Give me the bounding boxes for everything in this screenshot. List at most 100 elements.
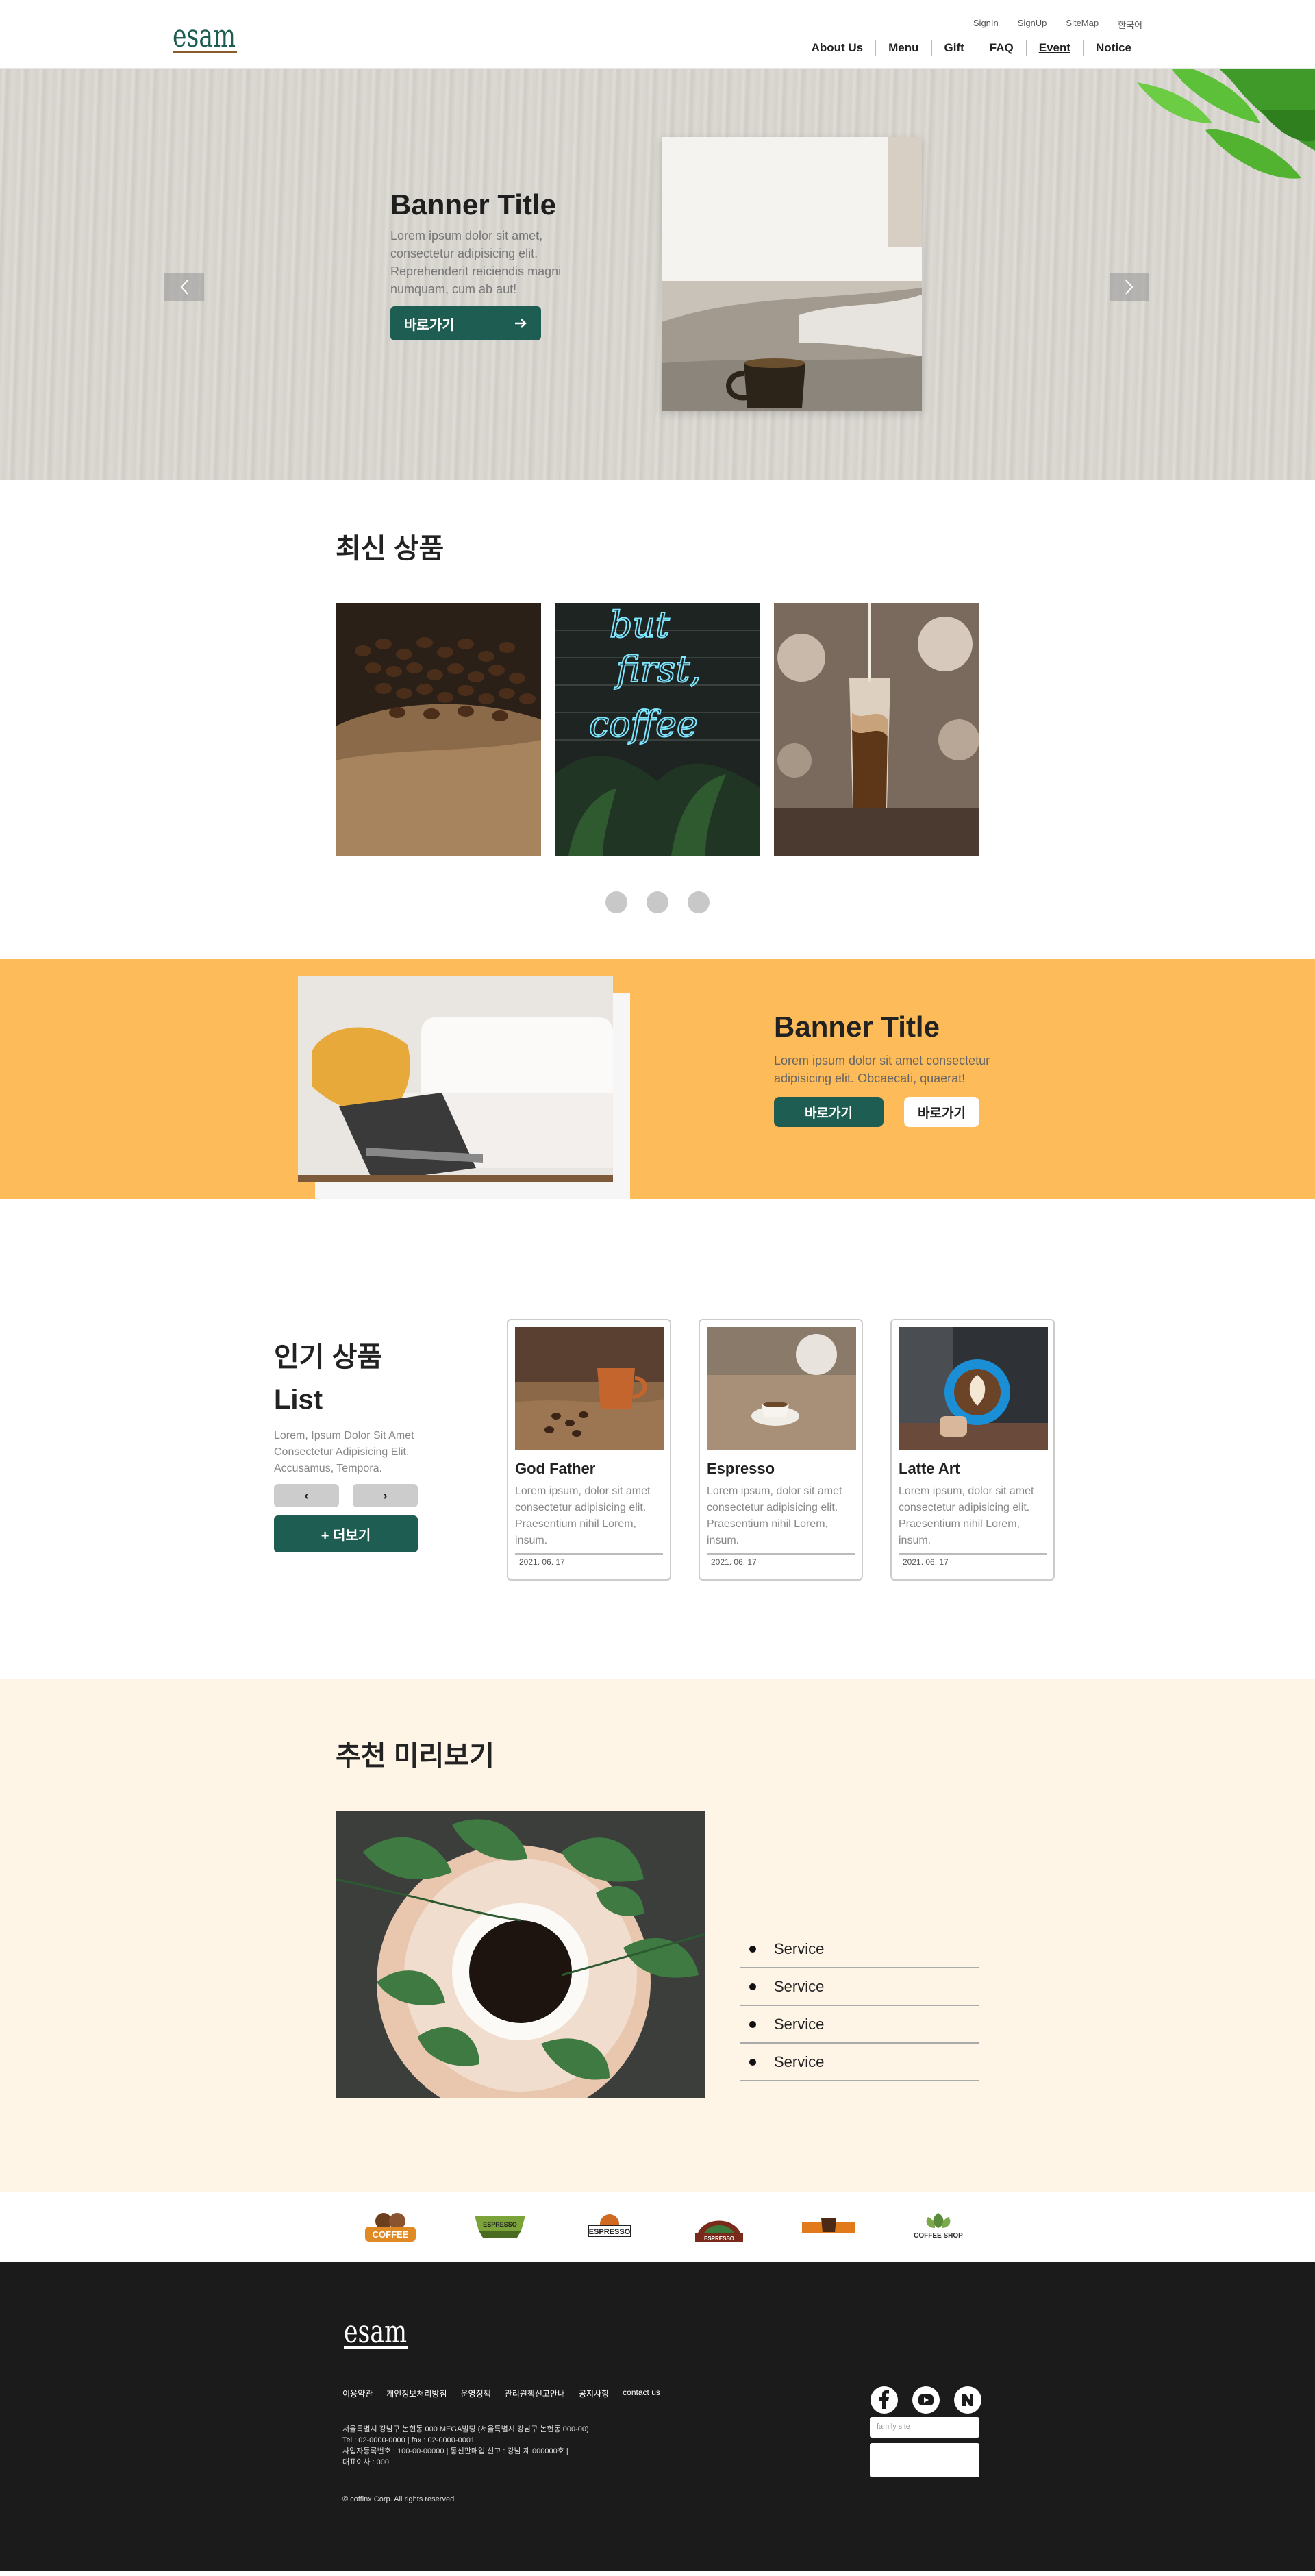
promo-description: Lorem ipsum dolor sit amet consectetur a… — [774, 1054, 990, 1085]
recommend-title: 추천 미리보기 — [336, 1741, 494, 1771]
nav-faq[interactable]: FAQ — [976, 40, 1026, 56]
carousel-dot[interactable] — [605, 891, 627, 913]
svg-text:COFFEE: COFFEE — [373, 2229, 409, 2240]
card-date: 2021. 06. 17 — [707, 1553, 855, 1567]
espresso-ribbon-logo[interactable]: ESPRESSO — [469, 2207, 531, 2249]
footer-logo[interactable]: esam — [342, 2312, 411, 2353]
svg-text:but: but — [610, 605, 670, 646]
chevron-left-icon — [180, 280, 188, 295]
new-products-title: 최신 상품 — [336, 534, 444, 564]
youtube-icon[interactable] — [912, 2386, 940, 2414]
signup-link[interactable]: SignUp — [1018, 18, 1047, 31]
coffee-logo[interactable]: COFFEE — [360, 2207, 421, 2249]
card-photo — [515, 1327, 664, 1450]
footer-links: 이용약관 개인정보처리방침 운영정책 관리원책신고안내 공지사항 contact… — [342, 2388, 660, 2399]
hero-text: Banner Title Lorem ipsum dolor sit amet,… — [390, 188, 596, 340]
promo-photo — [298, 976, 613, 1182]
sitemap-link[interactable]: SiteMap — [1066, 18, 1099, 31]
promo-text: Banner Title Lorem ipsum dolor sit amet … — [774, 1011, 993, 1127]
footer-link-privacy[interactable]: 개인정보처리방침 — [386, 2388, 447, 2399]
promo-banner: Banner Title Lorem ipsum dolor sit amet … — [0, 959, 1315, 1199]
footer-link-terms[interactable]: 이용약관 — [342, 2388, 373, 2399]
carousel-dot[interactable] — [688, 891, 710, 913]
card-title: Espresso — [707, 1460, 775, 1477]
social-links — [870, 2386, 982, 2414]
coffee-shop-logo[interactable]: COFFEE SHOP — [907, 2207, 969, 2249]
promo-secondary-button[interactable]: 바로가기 — [904, 1097, 979, 1127]
popular-section: 인기 상품 List Lorem, Ipsum Dolor Sit Amet C… — [0, 1199, 1315, 1679]
naver-icon[interactable] — [953, 2386, 982, 2414]
site-logo[interactable]: esam — [171, 16, 240, 56]
footer-blank-box — [870, 2443, 979, 2477]
card-description: Lorem ipsum, dolor sit amet consectetur … — [899, 1485, 1034, 1546]
service-list: Service Service Service Service — [740, 1931, 979, 2081]
nav-notice[interactable]: Notice — [1083, 40, 1144, 56]
chevron-right-icon — [1125, 280, 1134, 295]
popular-next-button[interactable]: › — [353, 1484, 418, 1507]
svg-text:coffee: coffee — [589, 704, 698, 745]
coffee-cup-logo[interactable] — [798, 2207, 860, 2249]
copyright: © coffinx Corp. All rights reserved. — [342, 2495, 457, 2503]
product-card-iced-coffee[interactable] — [774, 603, 979, 856]
footer-link-contact[interactable]: contact us — [623, 2388, 660, 2399]
svg-text:esam: esam — [173, 17, 236, 54]
svg-text:ESPRESSO: ESPRESSO — [483, 2221, 517, 2228]
popular-card-god-father[interactable]: God Father Lorem ipsum, dolor sit amet c… — [507, 1319, 671, 1581]
service-item[interactable]: Service — [740, 1931, 979, 1968]
recommend-section: 추천 미리보기 Service Service Service Service — [0, 1679, 1315, 2192]
nav-event[interactable]: Event — [1025, 40, 1083, 56]
site-footer: esam 이용약관 개인정보처리방침 운영정책 관리원책신고안내 공지사항 co… — [0, 2262, 1315, 2571]
card-title: Latte Art — [899, 1460, 960, 1477]
site-header: esam SignIn SignUp SiteMap 한국어 About Us … — [0, 0, 1315, 69]
svg-text:esam: esam — [344, 2313, 407, 2350]
hero-cta-button[interactable]: 바로가기 — [390, 306, 541, 340]
popular-card-latte-art[interactable]: Latte Art Lorem ipsum, dolor sit amet co… — [890, 1319, 1055, 1581]
popular-prev-button[interactable]: ‹ — [274, 1484, 339, 1507]
hero-prev-button[interactable] — [164, 273, 204, 301]
product-card-neon[interactable]: but first, coffee — [555, 603, 760, 856]
card-date: 2021. 06. 17 — [515, 1553, 663, 1567]
hero-description: Lorem ipsum dolor sit amet, consectetur … — [390, 229, 562, 296]
card-date: 2021. 06. 17 — [899, 1553, 1047, 1567]
footer-link-report[interactable]: 관리원책신고안내 — [505, 2388, 565, 2399]
popular-card-espresso[interactable]: Espresso Lorem ipsum, dolor sit amet con… — [699, 1319, 863, 1581]
language-link[interactable]: 한국어 — [1118, 18, 1142, 31]
leaves-decoration — [1137, 69, 1315, 179]
family-site-select[interactable]: family site — [870, 2417, 979, 2438]
hero-photo — [662, 137, 922, 411]
svg-text:COFFEE SHOP: COFFEE SHOP — [914, 2232, 963, 2240]
service-item[interactable]: Service — [740, 2044, 979, 2081]
hero-cta-label: 바로가기 — [404, 317, 455, 333]
partner-logos: COFFEE ESPRESSO ESPRESSO ESPRESSO COFFEE… — [0, 2192, 1315, 2262]
hero-next-button[interactable] — [1110, 273, 1149, 301]
espresso-arch-logo[interactable]: ESPRESSO — [688, 2207, 750, 2249]
nav-about-us[interactable]: About Us — [799, 40, 876, 56]
svg-text:ESPRESSO: ESPRESSO — [704, 2236, 734, 2242]
espresso-badge-logo[interactable]: ESPRESSO — [579, 2207, 640, 2249]
facebook-icon[interactable] — [870, 2386, 899, 2414]
company-info: 서울특별시 강남구 논현동 000 MEGA빌딩 (서울특별시 강남구 논현동 … — [342, 2425, 589, 2466]
promo-primary-button[interactable]: 바로가기 — [774, 1097, 884, 1127]
card-description: Lorem ipsum, dolor sit amet consectetur … — [707, 1485, 842, 1546]
svg-text:first,: first, — [614, 649, 701, 691]
arrow-right-icon — [515, 319, 527, 328]
card-photo — [899, 1327, 1048, 1450]
new-products-section: 최신 상품 but first, coffee — [0, 480, 1315, 959]
card-photo — [707, 1327, 856, 1450]
signin-link[interactable]: SignIn — [973, 18, 999, 31]
card-description: Lorem ipsum, dolor sit amet consectetur … — [515, 1485, 651, 1546]
svg-text:ESPRESSO: ESPRESSO — [589, 2228, 631, 2236]
nav-gift[interactable]: Gift — [931, 40, 977, 56]
card-title: God Father — [515, 1460, 596, 1477]
footer-link-notice[interactable]: 공지사항 — [579, 2388, 609, 2399]
carousel-dot[interactable] — [647, 891, 668, 913]
more-button[interactable]: + 더보기 — [274, 1515, 418, 1552]
popular-description: Lorem, Ipsum Dolor Sit Amet Consectetur … — [274, 1430, 414, 1474]
footer-link-policy[interactable]: 운영정책 — [461, 2388, 491, 2399]
product-card-coffee-beans[interactable] — [336, 603, 541, 856]
nav-menu[interactable]: Menu — [875, 40, 931, 56]
service-item[interactable]: Service — [740, 2006, 979, 2044]
service-item[interactable]: Service — [740, 1968, 979, 2006]
promo-title: Banner Title — [774, 1011, 940, 1043]
hero-title: Banner Title — [390, 188, 556, 221]
